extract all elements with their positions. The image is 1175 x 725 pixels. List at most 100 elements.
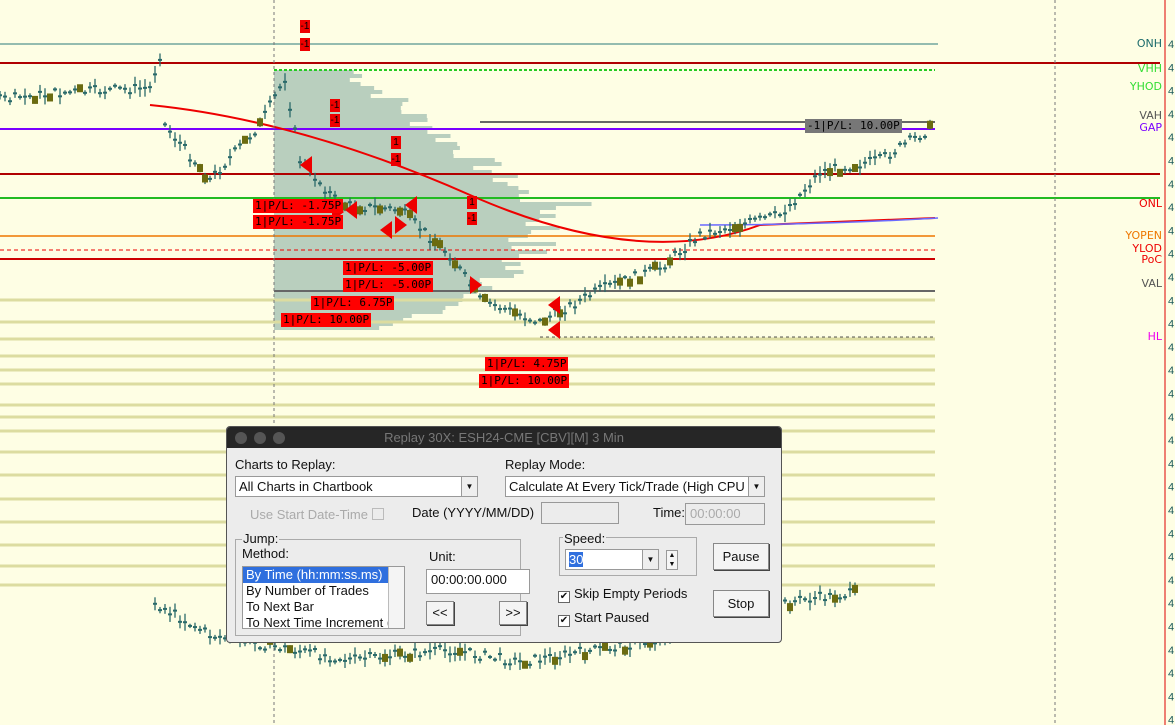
price-bar-body [203, 627, 207, 630]
price-tick: 4 [1168, 412, 1174, 424]
skip-empty-checkbox[interactable]: ✔ Skip Empty Periods [558, 586, 687, 603]
price-bar-body [823, 168, 827, 171]
close-button[interactable] [235, 432, 247, 444]
price-bar-body [508, 663, 512, 666]
volume-marker [617, 277, 623, 286]
price-bar-body [373, 653, 377, 656]
order-marker: 1 [467, 196, 477, 209]
price-bar-body [513, 657, 517, 660]
price-bar-body [478, 658, 482, 661]
price-bar-body [683, 251, 687, 254]
price-bar-body [98, 92, 102, 95]
method-option[interactable]: By Time (hh:mm:ss.ms) [243, 567, 404, 583]
price-bar-body [208, 177, 212, 180]
price-tick: 4 [1168, 225, 1174, 237]
price-bar-body [923, 135, 927, 138]
use-start-checkbox[interactable] [372, 508, 384, 520]
price-bar-body [818, 591, 822, 594]
jump-forward-button[interactable]: >> [499, 601, 527, 625]
volume-marker [202, 174, 208, 183]
price-tick: 4 [1168, 179, 1174, 191]
price-bar-body [778, 214, 782, 217]
date-input[interactable] [541, 502, 619, 524]
price-bar-body [833, 163, 837, 166]
price-bar-body [888, 156, 892, 159]
stop-button[interactable]: Stop [713, 590, 769, 617]
price-bar-body [703, 237, 707, 240]
profile-bar [274, 238, 509, 242]
price-bar-body [328, 191, 332, 194]
select-value: 30 [569, 552, 584, 567]
method-scrollbar[interactable] [388, 567, 404, 628]
price-bar-body [533, 321, 537, 324]
trade-pl-label: 1|P/L: 4.75P [485, 357, 569, 371]
method-option[interactable]: To Next Bar [243, 599, 404, 615]
price-bar-body [728, 229, 732, 232]
price-bar-body [278, 649, 282, 652]
unit-input[interactable]: 00:00:00.000 [426, 569, 530, 594]
method-list[interactable]: By Time (hh:mm:ss.ms) By Number of Trade… [242, 566, 405, 629]
start-paused-checkbox[interactable]: ✔ Start Paused [558, 610, 649, 627]
volume-marker [627, 278, 633, 287]
order-marker: 1 [391, 136, 401, 149]
zoom-button[interactable] [273, 432, 285, 444]
price-bar-body [183, 621, 187, 624]
price-bar-body [448, 653, 452, 656]
price-bar-body [798, 193, 802, 196]
price-bar-body [498, 308, 502, 311]
price-bar-body [458, 266, 462, 269]
pause-button[interactable]: Pause [713, 543, 769, 570]
price-bar-body [433, 646, 437, 649]
volume-marker [32, 95, 38, 104]
price-bar-body [803, 189, 807, 192]
price-bar-body [463, 272, 467, 275]
price-bar-body [188, 624, 192, 627]
price-bar-body [173, 138, 177, 141]
time-input[interactable]: 00:00:00 [685, 503, 765, 525]
method-option[interactable]: To Next Time Increment (h [243, 615, 404, 628]
speed-select[interactable]: 30 ▼ [565, 549, 659, 570]
price-bar-body [298, 650, 302, 653]
profile-bar [274, 118, 428, 122]
order-marker: -1 [330, 114, 340, 127]
price-bar-body [493, 304, 497, 307]
price-bar-body [3, 95, 7, 98]
price-bar-body [763, 216, 767, 219]
dialog-title-bar[interactable]: Replay 30X: ESH24-CME [CBV][M] 3 Min [227, 427, 781, 448]
price-bar-body [678, 253, 682, 256]
jump-back-button[interactable]: << [426, 601, 454, 625]
price-bar-body [213, 170, 217, 173]
profile-bar [274, 178, 493, 182]
volume-marker [197, 164, 203, 173]
speed-spinner[interactable]: ▲ ▼ [666, 550, 678, 570]
price-bar-body [518, 660, 522, 663]
price-tick: 4 [1168, 622, 1174, 634]
price-bar-body [483, 650, 487, 653]
price-bar-body [178, 141, 182, 144]
level-label: YHOD [1129, 80, 1162, 93]
method-label: Method: [242, 546, 289, 561]
method-option[interactable]: By Number of Trades [243, 583, 404, 599]
price-bar-body [443, 649, 447, 652]
price-bar-body [623, 276, 627, 279]
price-tick: 4 [1168, 365, 1174, 377]
price-bar-body [23, 95, 27, 98]
minimize-button[interactable] [254, 432, 266, 444]
price-bar-body [428, 650, 432, 653]
price-bar-body [143, 86, 147, 89]
charts-to-replay-select[interactable]: All Charts in Chartbook ▼ [235, 476, 478, 497]
price-bar-body [318, 182, 322, 185]
price-bar-body [293, 651, 297, 654]
price-bar-body [548, 315, 552, 318]
volume-marker [457, 647, 463, 656]
profile-bar [274, 114, 427, 118]
price-bar-body [393, 649, 397, 652]
volume-marker [927, 120, 933, 129]
price-tick: 4 [1168, 505, 1174, 517]
replay-mode-select[interactable]: Calculate At Every Tick/Trade (High CPU ▼ [505, 476, 765, 497]
price-bar-body [413, 648, 417, 651]
price-bar-body [323, 654, 327, 657]
price-bar-body [658, 267, 662, 270]
price-bar-body [283, 645, 287, 648]
price-bar-body [868, 156, 872, 159]
